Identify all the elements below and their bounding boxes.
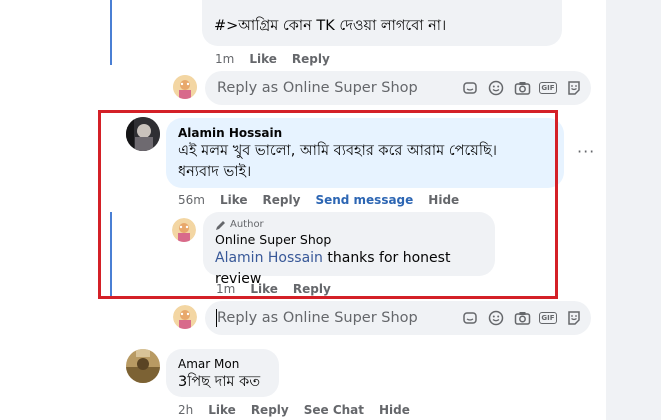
gif-icon[interactable]: GIF (539, 79, 557, 97)
emoji-icon[interactable] (487, 309, 505, 327)
commenter-avatar (126, 349, 160, 383)
gif-icon[interactable]: GIF (539, 309, 557, 327)
hide-button[interactable]: Hide (379, 402, 410, 418)
comment-text: 3পিছ দাম কত (178, 374, 261, 390)
comment-actions-top: 1m Like Reply (215, 51, 345, 67)
sticker-icon[interactable] (461, 79, 479, 97)
reply-input[interactable] (217, 80, 457, 96)
camera-icon[interactable] (513, 79, 531, 97)
comment-time[interactable]: 2h (178, 402, 193, 418)
camera-icon[interactable] (513, 309, 531, 327)
comment-text: #>আগ্রিম কোন TK দেওয়া লাগবো না। (214, 18, 447, 34)
thread-line-top (110, 0, 112, 65)
comment-time[interactable]: 1m (215, 51, 234, 67)
avatar-sticker-icon[interactable] (565, 309, 583, 327)
sticker-icon[interactable] (461, 309, 479, 327)
page-avatar (173, 305, 197, 329)
comment-bubble-top: #>আগ্রিম কোন TK দেওয়া লাগবো না। (202, 0, 562, 46)
reply-button[interactable]: Reply (292, 51, 330, 67)
comment-bubble-third: Amar Mon 3পিছ দাম কত (166, 349, 279, 397)
composer-tools: GIF (461, 79, 583, 97)
reply-input-box-2[interactable]: GIF (205, 301, 591, 335)
text-cursor (216, 309, 217, 327)
reply-button[interactable]: Reply (251, 402, 289, 418)
like-button[interactable]: Like (208, 402, 236, 418)
reply-input-box-1[interactable]: GIF (205, 71, 591, 105)
see-chat-button[interactable]: See Chat (304, 402, 364, 418)
page-background (606, 0, 661, 420)
comments-panel: #>আগ্রিম কোন TK দেওয়া লাগবো না। 1m Like… (0, 0, 606, 420)
annotation-highlight (98, 110, 558, 299)
more-icon[interactable]: ··· (577, 142, 595, 161)
page-avatar (173, 75, 197, 99)
avatar-sticker-icon[interactable] (565, 79, 583, 97)
composer-tools: GIF (461, 309, 583, 327)
comment-author[interactable]: Amar Mon (178, 356, 267, 372)
emoji-icon[interactable] (487, 79, 505, 97)
like-button[interactable]: Like (249, 51, 277, 67)
comment-actions-third: 2h Like Reply See Chat Hide (178, 402, 425, 418)
reply-input[interactable] (217, 310, 457, 326)
